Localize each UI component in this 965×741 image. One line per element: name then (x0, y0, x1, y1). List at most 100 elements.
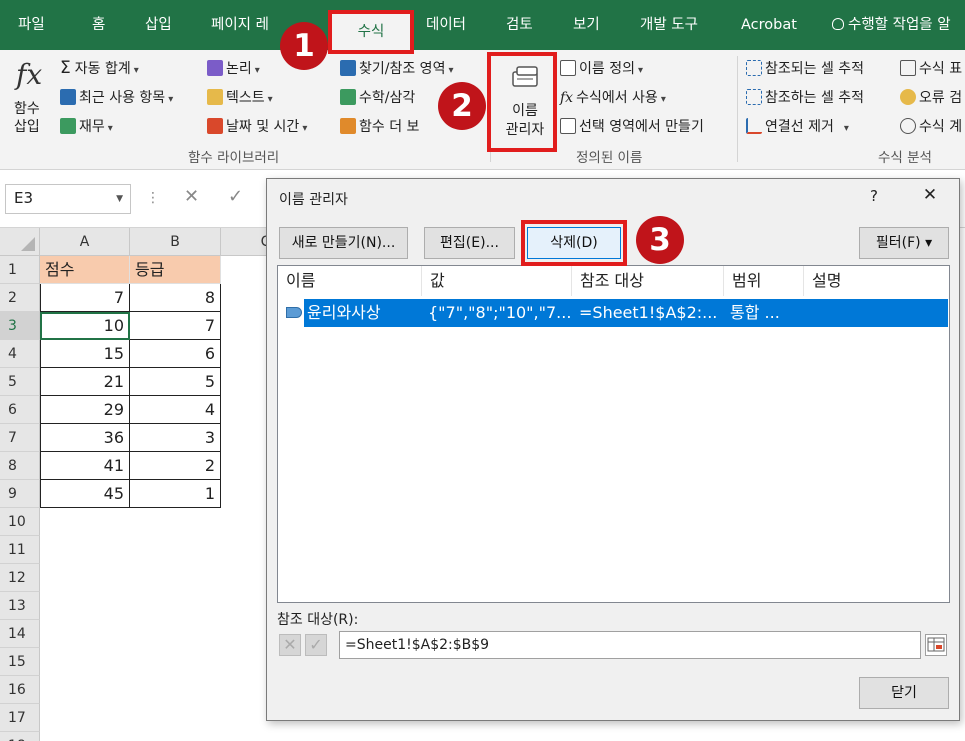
row-header[interactable]: 10 (0, 508, 40, 536)
tab-review[interactable]: 검토 (506, 0, 533, 50)
range-picker-icon[interactable] (925, 634, 947, 656)
chevron-down-icon: ▾ (448, 65, 454, 76)
recent-used-button[interactable]: 최근 사용 항목 ▾ (60, 87, 173, 107)
filter-button[interactable]: 필터(F) ▾ (859, 227, 949, 259)
list-item[interactable]: 윤리와사상 {"7","8";"10","7... =Sheet1!$A$2:.… (304, 299, 948, 327)
chevron-down-icon: ▾ (267, 94, 273, 105)
create-from-selection-button[interactable]: 선택 영역에서 만들기 (560, 116, 704, 136)
chevron-down-icon: ▾ (302, 123, 308, 134)
row-header[interactable]: 15 (0, 648, 40, 676)
insert-function-button[interactable]: 함수 삽입 (14, 100, 40, 136)
define-name-button[interactable]: 이름 정의 ▾ (560, 58, 643, 78)
row-header[interactable]: 17 (0, 704, 40, 732)
tab-acrobat[interactable]: Acrobat (741, 0, 797, 50)
trace-dependents-button[interactable]: 참조하는 셀 추적 (746, 87, 864, 107)
row-header[interactable]: 5 (0, 368, 40, 396)
show-formulas-button[interactable]: 수식 표 (900, 58, 962, 78)
confirm-edit-icon[interactable]: ✓ (305, 634, 327, 656)
row-header[interactable]: 4 (0, 340, 40, 368)
row-header[interactable]: 14 (0, 620, 40, 648)
tab-view[interactable]: 보기 (573, 0, 600, 50)
select-all-corner[interactable] (0, 228, 40, 256)
row-header[interactable]: 16 (0, 676, 40, 704)
grade-cell[interactable]: 4 (130, 396, 221, 424)
score-cell[interactable]: 10 (40, 312, 130, 340)
row-header[interactable]: 11 (0, 536, 40, 564)
list-header-name[interactable]: 이름 (278, 266, 422, 296)
edit-name-button[interactable]: 편집(E)... (424, 227, 515, 259)
grade-cell[interactable]: 5 (130, 368, 221, 396)
tab-data[interactable]: 데이터 (426, 0, 466, 50)
score-cell[interactable]: 41 (40, 452, 130, 480)
datetime-button[interactable]: 날짜 및 시간 ▾ (207, 116, 307, 136)
row-header[interactable]: 1 (0, 256, 40, 284)
name-box[interactable]: E3 ▼ (5, 184, 131, 214)
list-header-scope[interactable]: 범위 (724, 266, 804, 296)
grade-cell[interactable]: 6 (130, 340, 221, 368)
text-button[interactable]: 텍스트 ▾ (207, 87, 273, 107)
sigma-icon: Σ (60, 58, 71, 78)
create-from-selection-icon (560, 118, 576, 134)
tab-insert[interactable]: 삽입 (145, 0, 172, 50)
grade-cell[interactable]: 2 (130, 452, 221, 480)
row-header[interactable]: 9 (0, 480, 40, 508)
math-button[interactable]: 수학/삼각 (340, 87, 415, 107)
close-dialog-button[interactable]: 닫기 (859, 677, 949, 709)
row-header[interactable]: 3 (0, 312, 40, 340)
evaluate-formula-button[interactable]: 수식 계 (900, 116, 962, 136)
fx-small-icon: fx (560, 90, 574, 106)
help-button[interactable]: ? (859, 187, 889, 205)
cancel-edit-icon[interactable]: ✕ (279, 634, 301, 656)
tab-page-layout[interactable]: 페이지 레 (211, 0, 269, 50)
score-cell[interactable]: 21 (40, 368, 130, 396)
trace-precedents-button[interactable]: 참조되는 셀 추적 (746, 58, 864, 78)
tab-developer[interactable]: 개발 도구 (640, 0, 698, 50)
close-icon[interactable]: ✕ (915, 185, 945, 205)
grade-cell[interactable]: 1 (130, 480, 221, 508)
list-header-value[interactable]: 값 (422, 266, 572, 296)
cancel-icon[interactable]: ✕ (184, 186, 199, 207)
grade-cell[interactable]: 7 (130, 312, 221, 340)
fx-icon[interactable]: fx (16, 58, 42, 91)
grade-cell[interactable]: 3 (130, 424, 221, 452)
refers-to-input[interactable]: =Sheet1!$A$2:$B$9 (339, 631, 921, 659)
finance-button[interactable]: 재무 ▾ (60, 116, 113, 136)
column-header-b[interactable]: B (130, 228, 221, 256)
list-header-comment[interactable]: 설명 (804, 266, 950, 296)
row-header[interactable]: 18 (0, 732, 40, 741)
row-header[interactable]: 6 (0, 396, 40, 424)
score-cell[interactable]: 29 (40, 396, 130, 424)
row-header[interactable]: 8 (0, 452, 40, 480)
row-header[interactable]: 12 (0, 564, 40, 592)
remove-arrows-button[interactable]: 연결선 제거 ▾ (746, 116, 849, 136)
row-header[interactable]: 13 (0, 592, 40, 620)
use-in-formula-button[interactable]: fx 수식에서 사용 ▾ (560, 87, 666, 107)
score-cell[interactable]: 7 (40, 284, 130, 312)
trace-precedents-icon (746, 60, 762, 76)
enter-icon[interactable]: ✓ (228, 186, 243, 207)
list-header-refers-to[interactable]: 참조 대상 (572, 266, 724, 296)
names-list[interactable]: 이름 값 참조 대상 범위 설명 윤리와사상 {"7","8";"10","7.… (277, 265, 950, 603)
score-cell[interactable]: 15 (40, 340, 130, 368)
new-name-button[interactable]: 새로 만들기(N)... (279, 227, 408, 259)
logical-button[interactable]: 논리 ▾ (207, 58, 260, 78)
autosum-button[interactable]: Σ 자동 합계 ▾ (60, 58, 139, 78)
score-cell[interactable]: 45 (40, 480, 130, 508)
grade-cell[interactable]: 8 (130, 284, 221, 312)
lookup-button[interactable]: 찾기/참조 영역 ▾ (340, 58, 453, 78)
column-header-a[interactable]: A (40, 228, 130, 256)
score-cell[interactable]: 36 (40, 424, 130, 452)
chevron-down-icon[interactable]: ▼ (116, 194, 123, 204)
tab-file[interactable]: 파일 (18, 0, 45, 50)
header-cell-score[interactable]: 점수 (40, 256, 130, 284)
clock-book-icon (207, 118, 223, 134)
more-functions-button[interactable]: 함수 더 보 (340, 116, 419, 136)
row-header[interactable]: 2 (0, 284, 40, 312)
tell-me-box[interactable]: 수행할 작업을 알 (832, 0, 951, 50)
tab-home[interactable]: 홈 (92, 0, 105, 50)
highlight-delete-button (521, 220, 627, 266)
error-check-button[interactable]: 오류 검 (900, 87, 962, 107)
header-cell-grade[interactable]: 등급 (130, 256, 221, 284)
ribbon-tab-bar: 파일 홈 삽입 페이지 레 수식 데이터 검토 보기 개발 도구 Acrobat… (0, 0, 965, 50)
row-header[interactable]: 7 (0, 424, 40, 452)
